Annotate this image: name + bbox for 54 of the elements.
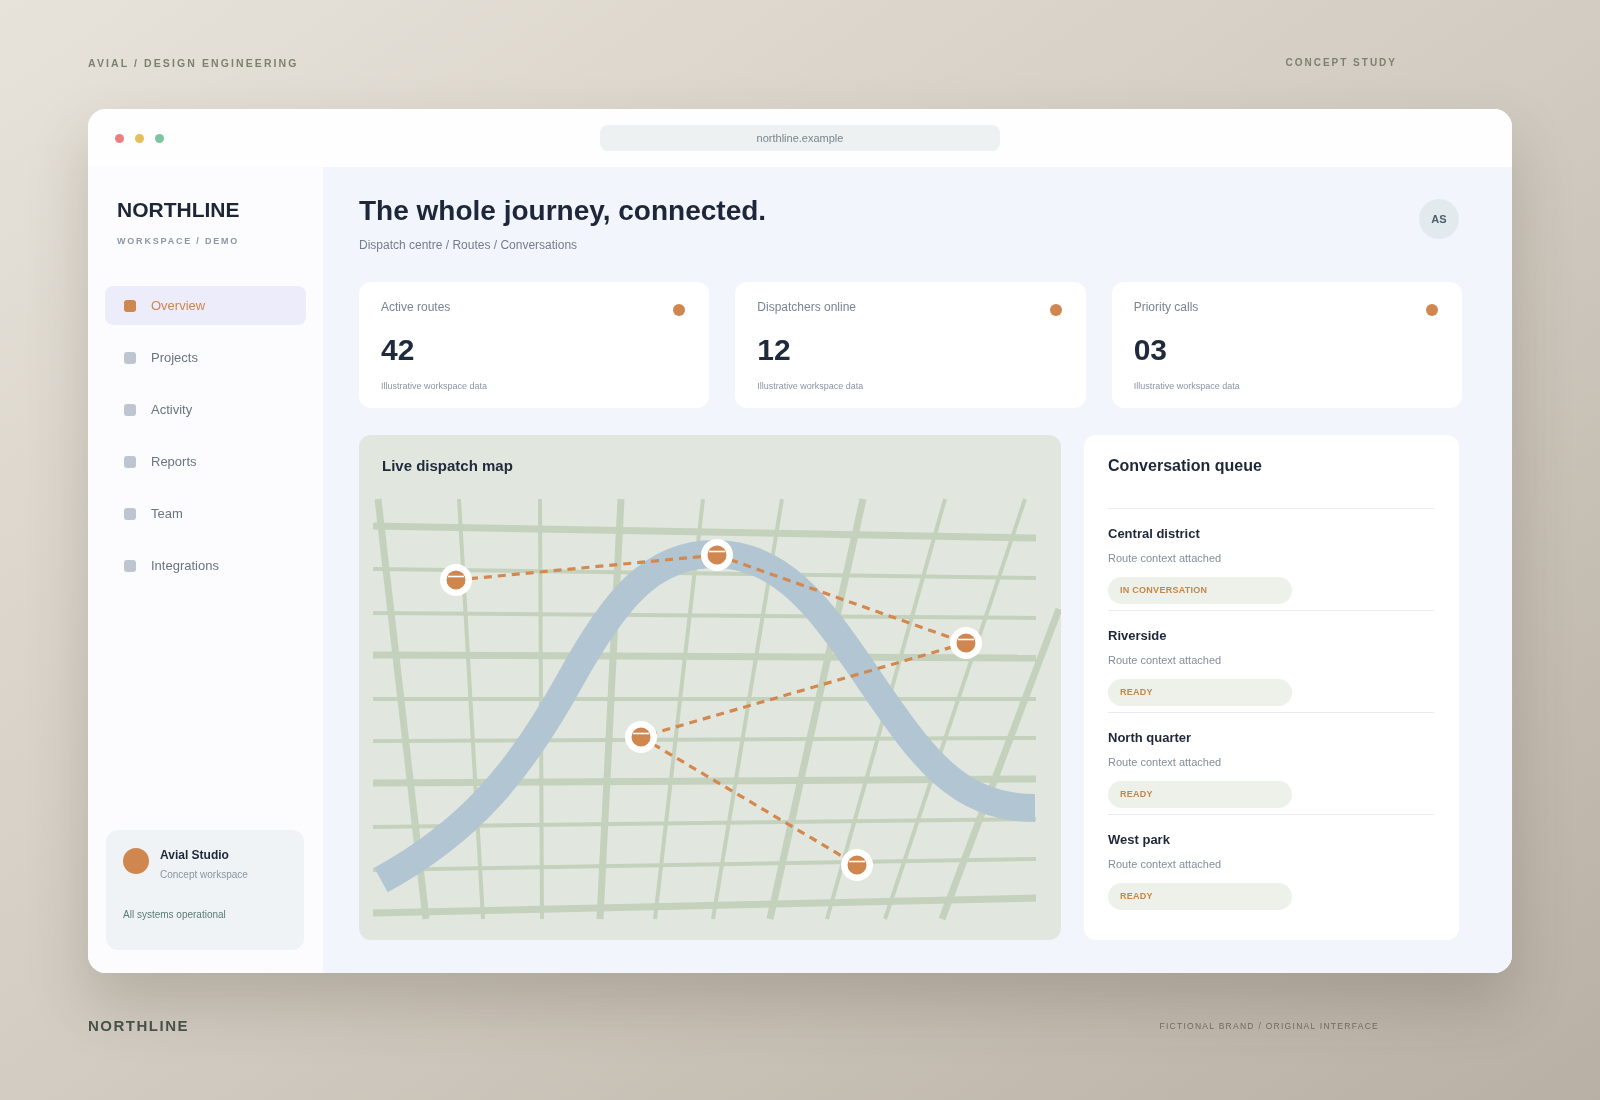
square-icon — [124, 403, 136, 416]
sidebar-item[interactable]: Integrations — [105, 546, 306, 585]
workspace-name: Avial Studio — [160, 848, 230, 863]
address-bar[interactable]: northline.example — [600, 125, 1000, 151]
stat-value: 12 — [757, 332, 791, 368]
sidebar-item[interactable]: Reports — [105, 442, 306, 481]
square-icon — [124, 299, 136, 312]
page-label: AVIAL / DESIGN ENGINEERING — [88, 56, 299, 70]
footer-note: FICTIONAL BRAND / ORIGINAL INTERFACE — [1159, 1020, 1379, 1032]
conversation-name: West park — [1108, 831, 1170, 849]
map-marker-icon — [625, 721, 657, 753]
breadcrumb: Dispatch centre / Routes / Conversations — [359, 237, 578, 253]
sidebar-item[interactable]: Team — [105, 494, 306, 533]
map-marker-icon — [950, 627, 982, 659]
square-icon — [124, 455, 136, 468]
map-marker-icon — [440, 564, 472, 596]
conversation-name: Central district — [1108, 525, 1200, 543]
workspace-type: Concept workspace — [160, 868, 248, 881]
conversation-note: Route context attached — [1108, 653, 1222, 667]
stat-value: 42 — [381, 332, 415, 368]
stat-value: 03 — [1133, 332, 1168, 368]
stat-label: Active routes — [381, 300, 451, 314]
stat-label: Priority calls — [1133, 300, 1199, 314]
status-badge: READY — [1108, 781, 1292, 808]
sidebar-item[interactable]: Projects — [105, 338, 306, 377]
sidebar-item[interactable]: Activity — [105, 390, 306, 429]
conversation-name: Riverside — [1108, 627, 1167, 645]
stat-note: Illustrative workspace data — [757, 380, 864, 392]
square-icon — [124, 559, 136, 572]
stat-note: Illustrative workspace data — [381, 380, 488, 392]
stat-note: Illustrative workspace data — [1133, 380, 1240, 392]
brand-name: NORTHLINE — [117, 197, 240, 223]
conversation-note: Route context attached — [1108, 551, 1222, 565]
map-marker-icon — [701, 539, 733, 571]
conversation-name: North quarter — [1108, 729, 1192, 747]
status-badge: READY — [1108, 883, 1292, 910]
square-icon — [124, 351, 136, 364]
stat-label: Dispatchers online — [757, 300, 857, 314]
workspace-subtitle: WORKSPACE / DEMO — [117, 235, 240, 247]
footer-brand: NORTHLINE — [88, 1017, 189, 1035]
status-badge: READY — [1108, 679, 1292, 706]
status-badge: IN CONVERSATION — [1108, 577, 1292, 604]
page-tag: CONCEPT STUDY — [1285, 56, 1397, 70]
user-avatar[interactable]: AS — [1419, 199, 1459, 239]
page-title: The whole journey, connected. — [359, 194, 767, 228]
conversation-note: Route context attached — [1108, 755, 1222, 769]
square-icon — [124, 507, 136, 520]
map-marker-icon — [841, 849, 873, 881]
circle-avatar-icon — [123, 848, 149, 874]
map-title: Live dispatch map — [382, 456, 513, 476]
sidebar-item[interactable]: Overview — [105, 286, 306, 325]
conversation-note: Route context attached — [1108, 857, 1222, 871]
system-status: All systems operational — [123, 908, 226, 921]
queue-title: Conversation queue — [1108, 456, 1262, 476]
